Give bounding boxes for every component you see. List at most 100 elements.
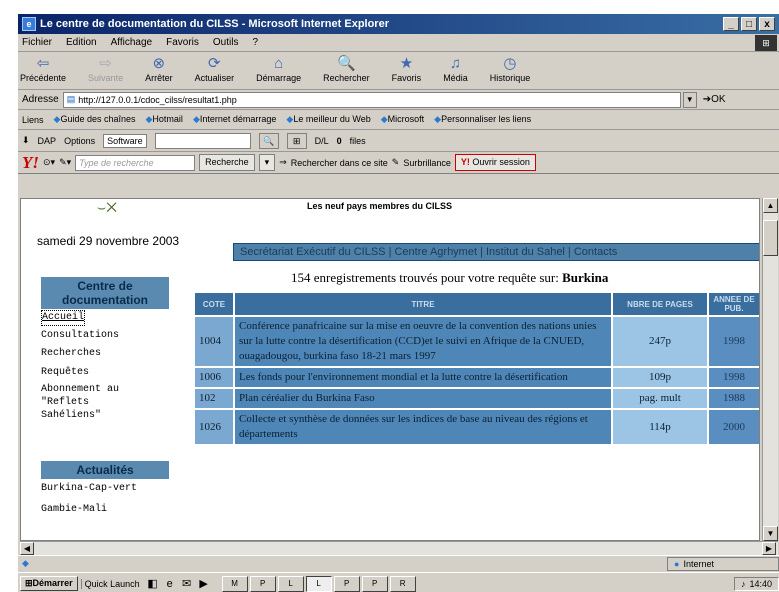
sidebar-link-reflets[interactable]: "Reflets: [41, 396, 89, 410]
link-item[interactable]: Internet démarrage: [193, 114, 277, 125]
start-button[interactable]: ⊞Démarrer: [20, 576, 78, 591]
cell-titre[interactable]: Les fonds pour l'environnement mondial e…: [235, 368, 611, 387]
link-item[interactable]: Personnaliser les liens: [434, 114, 531, 125]
taskbar-window-button[interactable]: P: [361, 575, 388, 592]
menu-fichier[interactable]: Fichier: [22, 37, 52, 48]
dl-count: 0: [336, 135, 342, 146]
yahoo-dropdown-button[interactable]: ▾: [258, 154, 276, 171]
taskbar-window-button[interactable]: M: [221, 575, 248, 592]
menu-help[interactable]: ?: [252, 37, 258, 48]
link-item[interactable]: Microsoft: [381, 114, 425, 125]
col-pages: NBRE DE PAGES: [613, 293, 707, 315]
cell-cote: 1004: [195, 317, 233, 366]
sidebar-link-accueil[interactable]: Accueil: [41, 310, 86, 326]
cell-titre[interactable]: Plan céréalier du Burkina Faso: [235, 389, 611, 408]
taskbar-window-button[interactable]: R: [389, 575, 416, 592]
toolbar-favorites-button[interactable]: ★ Favoris: [392, 55, 422, 83]
col-cote: COTE: [195, 293, 233, 315]
sidebar-link-saheliens[interactable]: Sahéliens": [41, 409, 101, 423]
query-term: Burkina: [562, 270, 609, 285]
open-session-button[interactable]: Y! Ouvrir session: [454, 154, 536, 171]
link-item[interactable]: Le meilleur du Web: [286, 114, 370, 125]
table-row[interactable]: 1006 Les fonds pour l'environnement mondi…: [195, 368, 759, 387]
scroll-right-button[interactable]: ▶: [762, 542, 776, 555]
yahoo-search-input[interactable]: Type de recherche: [75, 154, 196, 171]
links-bar: Liens Guide des chaînes Hotmail Internet d…: [18, 110, 779, 130]
scroll-thumb[interactable]: [763, 220, 778, 256]
sidebar-link-recherches[interactable]: Recherches: [41, 347, 101, 361]
toolbar-label: Démarrage: [256, 73, 302, 83]
media-icon: ♫: [449, 55, 462, 72]
link-item[interactable]: Guide des chaînes: [54, 114, 135, 125]
site-search-button[interactable]: Rechercher dans ce site: [291, 158, 388, 168]
sidebar-news-burkina-cap-vert[interactable]: Burkina-Cap-vert: [41, 482, 137, 496]
menu-affichage[interactable]: Affichage: [111, 37, 153, 48]
close-button[interactable]: x: [759, 17, 775, 31]
toolbar-home-button[interactable]: ⌂ Démarrage: [256, 55, 301, 83]
taskbar-window-button[interactable]: L: [305, 575, 332, 592]
security-zone: ● Internet: [667, 556, 779, 571]
quick-launch-label: Quick Launch: [80, 578, 143, 589]
toolbar-label: Arrêter: [145, 73, 173, 83]
dap-toolbar: ⬇ DAP Options Software 🔍 ⊞ D/L 0 files: [18, 130, 779, 152]
toolbar-forward-arrow-button[interactable]: ⇨ Suivante: [88, 55, 123, 83]
table-row[interactable]: 1004 Conférence panafricaine sur la mise …: [195, 317, 759, 366]
dap-search-input[interactable]: [154, 132, 251, 149]
toolbar-back-arrow-button[interactable]: ⇦ Précédente: [20, 55, 66, 83]
horizontal-scrollbar[interactable]: ◀ ▶: [20, 541, 778, 555]
yahoo-pencil-icon[interactable]: ✎▾: [59, 157, 71, 168]
dap-search-icon[interactable]: 🔍: [258, 132, 279, 149]
ql-desktop-icon[interactable]: ◧: [146, 577, 160, 591]
scroll-up-button[interactable]: ▲: [763, 198, 778, 213]
result-count: 154 enregistrements trouvés pour votre r…: [291, 270, 609, 285]
menu-favoris[interactable]: Favoris: [166, 37, 199, 48]
scroll-down-button[interactable]: ▼: [763, 526, 778, 541]
toolbar-media-button[interactable]: ♫ Média: [443, 55, 468, 83]
yahoo-logo[interactable]: Y!: [22, 153, 39, 173]
yahoo-menu-icon[interactable]: ⊙▾: [43, 157, 55, 168]
maximize-button[interactable]: □: [741, 17, 757, 31]
dap-button[interactable]: DAP: [38, 136, 57, 146]
top-nav[interactable]: Secrétariat Exécutif du CILSS | Centre A…: [233, 243, 759, 261]
ql-ie-icon[interactable]: e: [163, 577, 177, 591]
address-bar: Adresse ▤ http://127.0.0.1/cdoc_cilss/re…: [18, 90, 779, 110]
address-dropdown-button[interactable]: ▼: [682, 91, 697, 108]
menu-outils[interactable]: Outils: [213, 37, 239, 48]
table-row[interactable]: 1026 Collecte et synthèse de données sur …: [195, 410, 759, 444]
ql-media-icon[interactable]: ▶: [197, 577, 211, 591]
address-input[interactable]: ▤ http://127.0.0.1/cdoc_cilss/resultat1.…: [62, 91, 681, 108]
yahoo-search-button[interactable]: Recherche: [199, 154, 255, 171]
software-select[interactable]: Software: [103, 133, 147, 148]
highlight-button[interactable]: Surbrillance: [403, 158, 451, 168]
taskbar-window-button[interactable]: L: [277, 575, 304, 592]
cell-cote: 1006: [195, 368, 233, 387]
taskbar-window-button[interactable]: P: [249, 575, 276, 592]
col-annee: ANNEE DE PUB.: [709, 293, 759, 315]
cell-titre[interactable]: Collecte et synthèse de données sur les …: [235, 410, 611, 444]
vertical-scrollbar[interactable]: ▲ ▼: [762, 198, 778, 541]
table-row[interactable]: 102 Plan céréalier du Burkina Faso pag. mu…: [195, 389, 759, 408]
sidebar-news-gambie-mali[interactable]: Gambie-Mali: [41, 503, 107, 517]
sidebar-link-abonnement[interactable]: Abonnement au: [41, 383, 119, 397]
dap-settings-icon[interactable]: ⊞: [286, 132, 307, 149]
go-button[interactable]: ➔OK: [703, 94, 726, 105]
ql-outlook-icon[interactable]: ✉: [180, 577, 194, 591]
link-item[interactable]: Hotmail: [146, 114, 183, 125]
scroll-left-button[interactable]: ◀: [20, 542, 34, 555]
toolbar-search-button[interactable]: 🔍 Rechercher: [323, 55, 370, 83]
toolbar-refresh-button[interactable]: ⟳ Actualiser: [195, 55, 235, 83]
sidebar-link-requetes[interactable]: Requêtes: [41, 366, 89, 380]
browser-window: e Le centre de documentation du CILSS - …: [18, 14, 779, 592]
cell-titre[interactable]: Conférence panafricaine sur la mise en o…: [235, 317, 611, 366]
stop-icon: ⊗: [152, 55, 166, 72]
options-button[interactable]: Options: [64, 136, 95, 146]
page-content: ⌣✕ Les neuf pays membres du CILSS samedi…: [20, 198, 760, 541]
toolbar-stop-button[interactable]: ⊗ Arrêter: [145, 55, 173, 83]
cell-annee: 1988: [709, 389, 759, 408]
taskbar-window-button[interactable]: P: [333, 575, 360, 592]
minimize-button[interactable]: _: [723, 17, 739, 31]
toolbar-history-button[interactable]: ◷ Historique: [490, 55, 531, 83]
sidebar-link-consultations[interactable]: Consultations: [41, 329, 119, 343]
menu-edition[interactable]: Edition: [66, 37, 97, 48]
tray-volume-icon[interactable]: ♪: [741, 579, 746, 589]
